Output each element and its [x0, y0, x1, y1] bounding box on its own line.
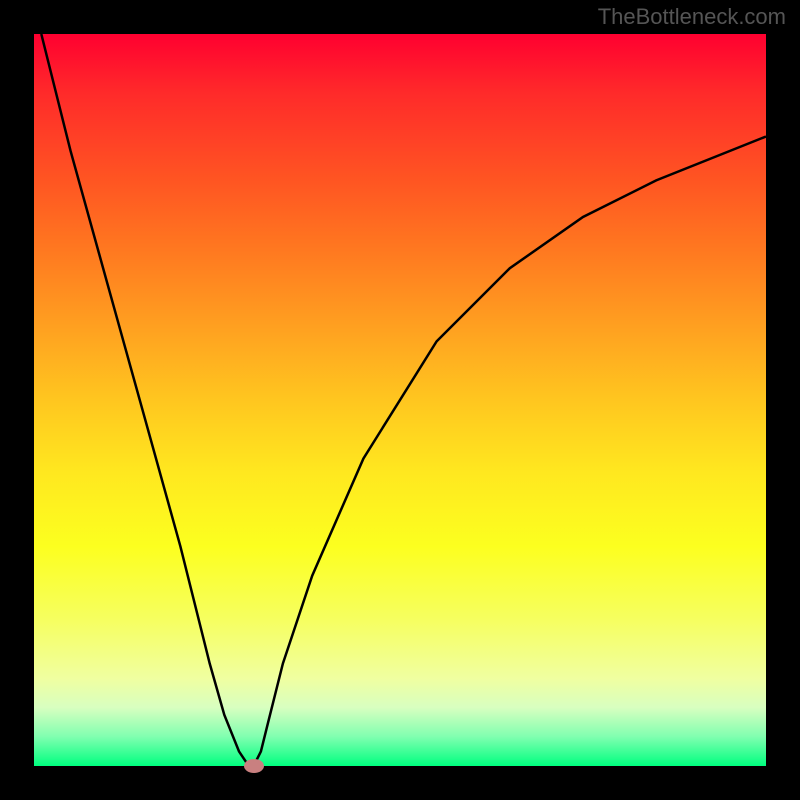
- watermark: TheBottleneck.com: [598, 4, 786, 30]
- chart-marker: [244, 759, 264, 773]
- chart-plot-area: [34, 34, 766, 766]
- chart-curve: [34, 34, 766, 766]
